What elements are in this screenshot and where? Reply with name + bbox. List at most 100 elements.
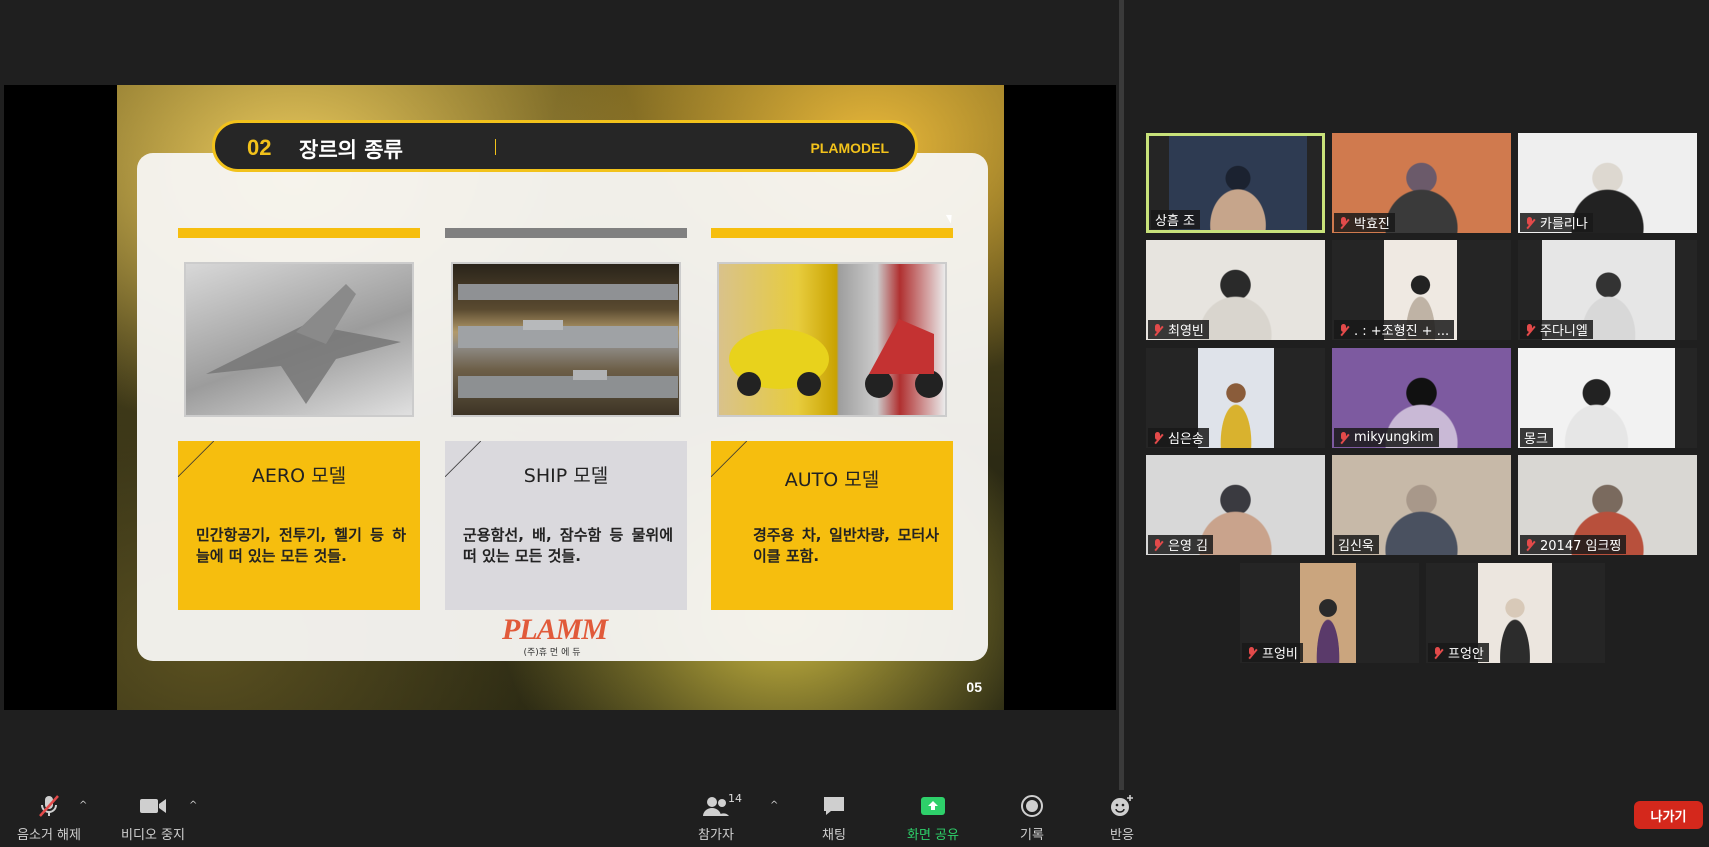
slide-title: 장르의 종류 [299,138,403,162]
participant-name-tag: 박효진 [1334,213,1395,232]
participant-tile[interactable]: 주다니엘 [1518,240,1697,340]
title-divider [495,139,496,155]
participant-name: 상흠 조 [1155,214,1196,229]
participant-name-tag: mikyungkim [1334,428,1439,447]
reactions-label: 반응 [1110,828,1134,843]
presentation-slide: 02 장르의 종류 PLAMODEL AERO 모델 민간항공기, 전투기, 헬… [117,85,1004,710]
participant-name: 박효진 [1354,217,1390,232]
participant-name: 심은송 [1168,432,1204,447]
participant-name-tag: 20147 임크찡 [1520,535,1627,554]
column-top-bar [711,228,953,238]
column-top-bar [178,228,420,238]
participant-tile[interactable]: 몽크 [1518,348,1697,448]
reactions-button[interactable]: 반응 [1106,794,1138,844]
participant-video [1198,348,1274,448]
participant-tile[interactable]: 최영빈 [1146,240,1325,340]
participant-name: 주다니엘 [1540,324,1588,339]
column-text-box: AERO 모델 민간항공기, 전투기, 헬기 등 하늘에 떠 있는 모든 것들. [178,441,420,610]
participant-tile[interactable]: 20147 임크찡 [1518,455,1697,555]
shared-screen[interactable]: 02 장르의 종류 PLAMODEL AERO 모델 민간항공기, 전투기, 헬… [4,85,1116,710]
record-button[interactable]: 기록 [1016,794,1048,844]
record-icon [1016,794,1048,818]
participant-video [1300,563,1356,663]
participants-count: 14 [728,792,742,805]
stop-video-button[interactable]: 비디오 중지 [117,794,189,844]
participant-name-tag: 은영 김 [1148,535,1214,554]
column-title: SHIP 모델 [523,465,609,487]
participant-name-tag: 최영빈 [1148,320,1209,339]
participant-name: 김신욱 [1338,539,1374,554]
participant-tile[interactable]: . : +조형진 + ... [1332,240,1511,340]
leave-meeting-button[interactable]: 나가기 [1634,801,1703,829]
participants-options-caret-icon[interactable]: ^ [770,800,778,811]
column-text-box: AUTO 모델 경주용 차, 일반차량, 모터사이클 포함. [711,441,953,610]
muted-microphone-icon [1524,216,1536,229]
unmute-label: 음소거 해제 [17,828,81,843]
participant-name: 프엉비 [1262,647,1298,662]
participant-name-tag: . : +조형진 + ... [1334,320,1455,339]
participant-name: 은영 김 [1168,539,1209,554]
audio-options-caret-icon[interactable]: ^ [79,800,87,811]
muted-microphone-icon [1338,323,1350,336]
participant-name-tag: 주다니엘 [1520,320,1593,339]
participant-name-tag: 심은송 [1148,428,1209,447]
participant-name-tag: 프엉비 [1242,643,1303,662]
smiley-plus-icon [1106,794,1138,818]
column-text-box: SHIP 모델 군용함선, 배, 잠수함 등 물위에 떠 있는 모든 것들. [445,441,687,610]
participant-name-tag: 프엉안 [1428,643,1489,662]
participant-tile[interactable]: 김신욱 [1332,455,1511,555]
participant-tile[interactable]: 카를리나 [1518,133,1697,233]
logo-word: PLAMM [502,613,608,646]
participants-label: 참가자 [698,828,734,843]
muted-microphone-icon [1152,538,1164,551]
participant-tile[interactable]: 은영 김 [1146,455,1325,555]
participant-name: 최영빈 [1168,324,1204,339]
muted-microphone-icon [1152,431,1164,444]
participant-name: 몽크 [1524,432,1548,447]
column-description: 경주용 차, 일반차량, 모터사이클 포함. [753,526,939,565]
muted-microphone-icon [1246,646,1258,659]
participant-tile[interactable]: 심은송 [1146,348,1325,448]
muted-microphone-icon [1338,431,1350,444]
participant-tile[interactable]: 상흠 조 [1146,133,1325,233]
car-and-motorcycle-model-image [717,262,947,417]
video-options-caret-icon[interactable]: ^ [189,800,197,811]
participant-name: mikyungkim [1354,430,1434,445]
chat-label: 채팅 [822,828,846,843]
column-title: AERO 모델 [251,465,347,487]
muted-microphone-icon [1524,538,1536,551]
genre-column-ship: SHIP 모델 군용함선, 배, 잠수함 등 물위에 떠 있는 모든 것들. [445,228,687,610]
muted-microphone-icon [12,794,86,818]
participant-tile[interactable]: 박효진 [1332,133,1511,233]
participant-name-tag: 상흠 조 [1151,210,1201,229]
participant-tile[interactable]: mikyungkim [1332,348,1511,448]
zoom-meeting-window: 02 장르의 종류 PLAMODEL AERO 모델 민간항공기, 전투기, 헬… [0,0,1709,847]
participants-button[interactable]: 14 참가자 [692,792,742,844]
participant-tile[interactable]: 프엉비 [1240,563,1419,663]
column-description: 군용함선, 배, 잠수함 등 물위에 떠 있는 모든 것들. [463,526,673,565]
muted-microphone-icon [1338,216,1350,229]
slide-title-bar: 02 장르의 종류 PLAMODEL [212,120,918,172]
company-logo: PLAMM (주)휴 먼 에 듀 [502,613,608,665]
participant-name-tag: 몽크 [1520,428,1553,447]
unmute-button[interactable]: 음소거 해제 [12,794,86,844]
warship-models-image [451,262,681,417]
share-screen-label: 화면 공유 [907,828,959,843]
fighter-jet-model-image [184,262,414,417]
chat-bubble-icon [816,794,852,818]
muted-microphone-icon [1524,323,1536,336]
meeting-toolbar: 음소거 해제 ^ 비디오 중지 ^ 14 참가자 ^ 채팅 화면 공유 기록 반… [0,790,1709,847]
slide-page-number: 05 [966,679,982,695]
share-screen-button[interactable]: 화면 공유 [901,794,965,844]
participant-name: . : +조형진 + ... [1354,324,1450,339]
column-title: AUTO 모델 [784,469,880,491]
participant-tile[interactable]: 프엉안 [1426,563,1605,663]
slide-section-number: 02 [247,135,272,160]
chat-button[interactable]: 채팅 [816,794,852,844]
participant-video [1478,563,1552,663]
muted-microphone-icon [1432,646,1444,659]
panel-splitter[interactable] [1119,0,1124,790]
column-description: 민간항공기, 전투기, 헬기 등 하늘에 떠 있는 모든 것들. [196,526,406,565]
genre-column-auto: AUTO 모델 경주용 차, 일반차량, 모터사이클 포함. [711,228,953,610]
stop-video-label: 비디오 중지 [121,828,185,843]
